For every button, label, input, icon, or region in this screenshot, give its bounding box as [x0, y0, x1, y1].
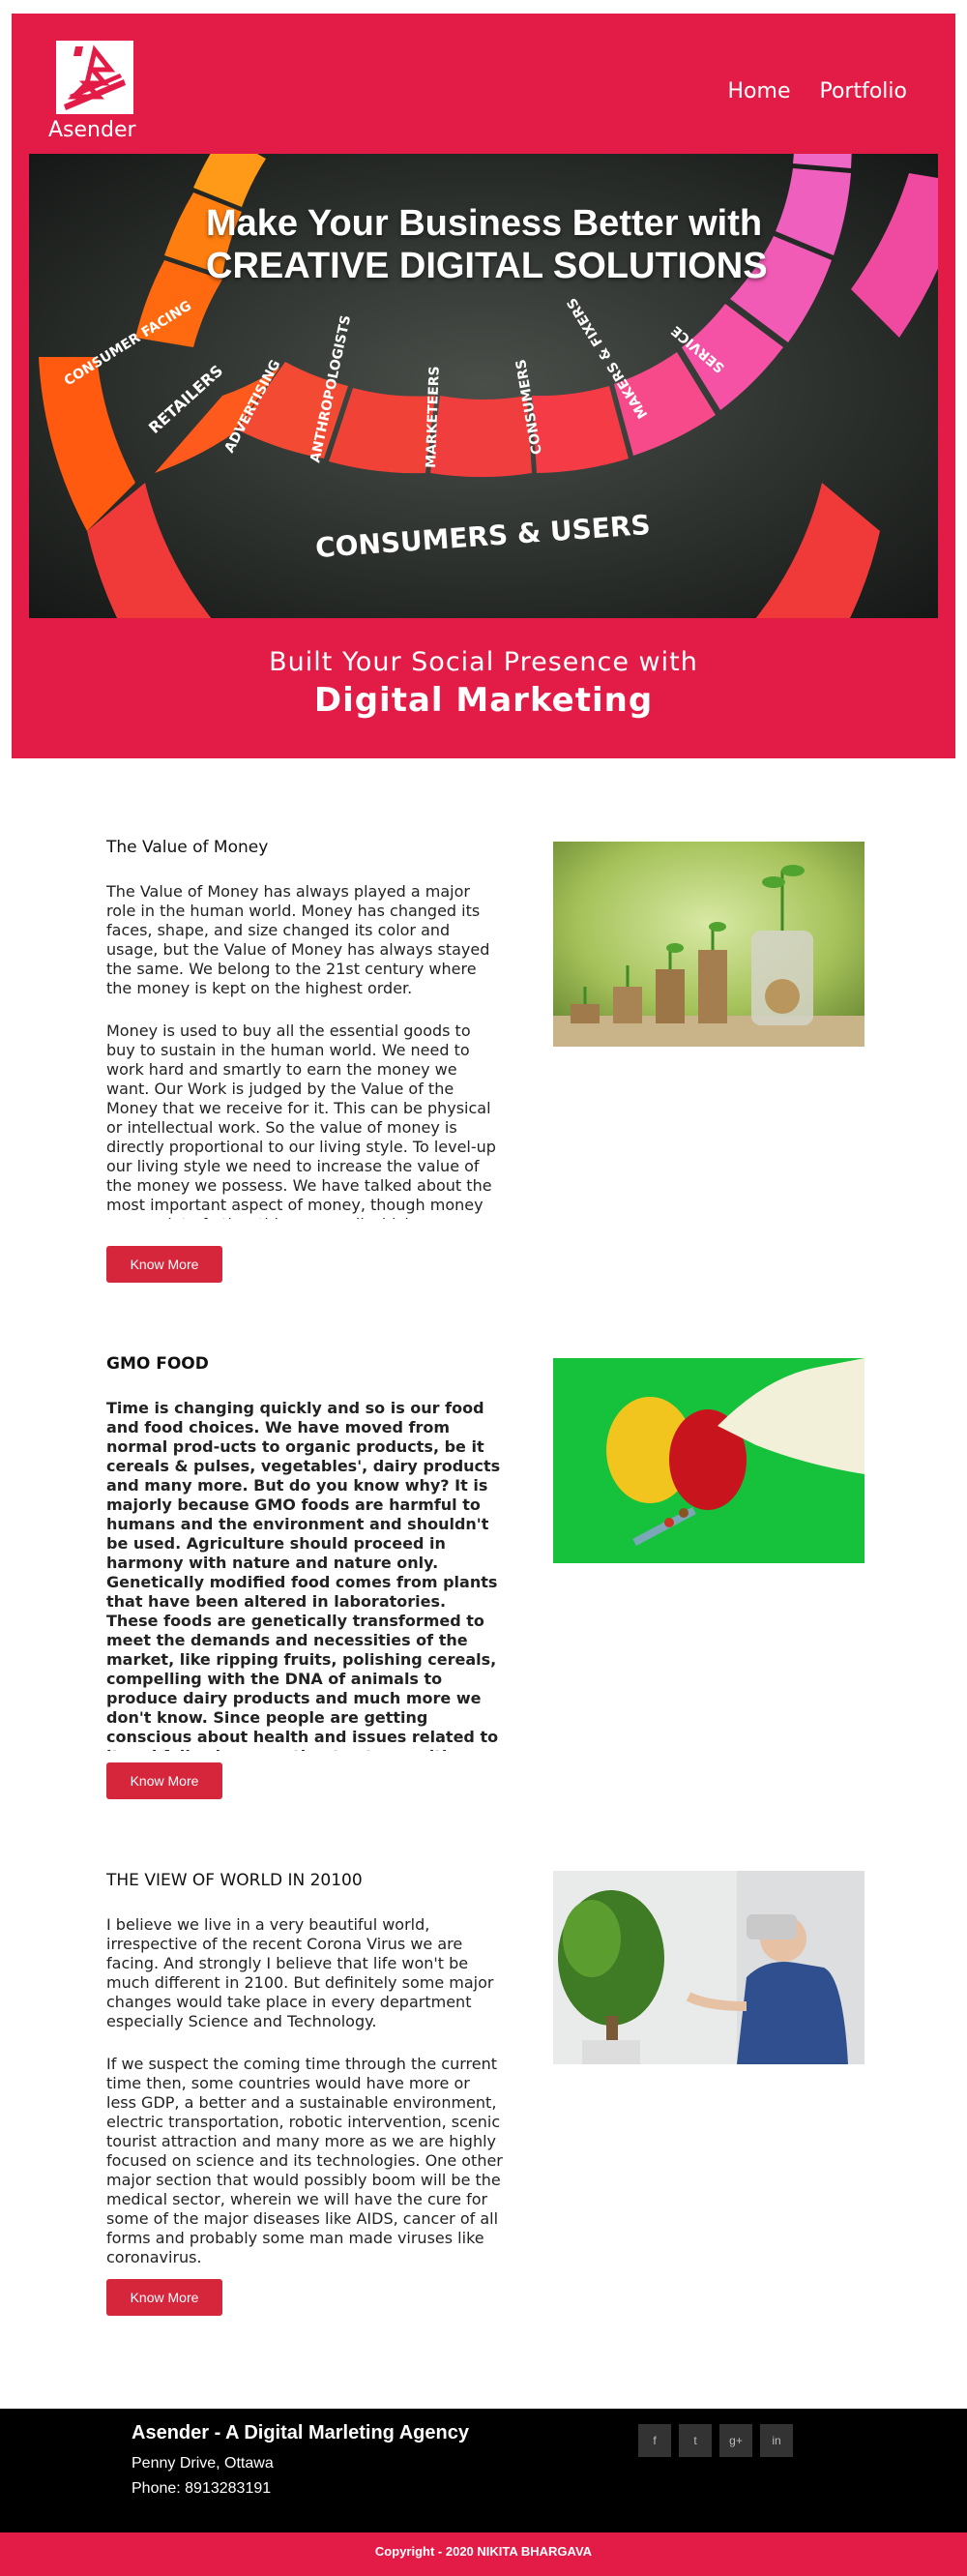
know-more-button[interactable]: Know More — [106, 2279, 222, 2316]
footer-agency-name: Asender - A Digital Marleting Agency — [132, 2422, 469, 2443]
main-nav: Home Portfolio — [728, 79, 907, 104]
facebook-icon[interactable]: f — [638, 2424, 671, 2457]
nav-home[interactable]: Home — [728, 79, 791, 104]
article-paragraph: The Value of Money has always played a m… — [106, 882, 490, 997]
article-paragraph: If we suspect the coming time through th… — [106, 2055, 503, 2266]
article-paragraph: Money is used to buy all the essential g… — [106, 1022, 496, 1219]
hero-title-line2: CREATIVE DIGITAL SOLUTIONS — [206, 246, 768, 286]
google-plus-icon[interactable]: g+ — [719, 2424, 752, 2457]
logo-mark-icon — [56, 41, 133, 114]
social-links: f t g+ in — [638, 2424, 793, 2457]
logo-text: Asender — [48, 118, 136, 142]
footer: Asender - A Digital Marleting Agency Pen… — [0, 2409, 967, 2532]
footer-address: Penny Drive, Ottawa — [132, 2455, 274, 2472]
article-paragraph: Time is changing quickly and so is our f… — [106, 1399, 501, 1751]
know-more-button[interactable]: Know More — [106, 1246, 222, 1283]
know-more-button[interactable]: Know More — [106, 1762, 222, 1799]
linkedin-icon[interactable]: in — [760, 2424, 793, 2457]
article-value-of-money: The Value of Money The Value of Money ha… — [106, 838, 870, 1283]
coins-jar-plant-image — [553, 842, 864, 1047]
article-body: Time is changing quickly and so is our f… — [106, 1399, 503, 1751]
article-body: The Value of Money has always played a m… — [106, 882, 503, 1219]
footer-phone: Phone: 8913283191 — [132, 2480, 272, 2497]
header-banner: Asender Home Portfolio CONSUMERS & USERS… — [12, 14, 955, 758]
hero-subtitle: Built Your Social Presence with Digital … — [12, 647, 955, 720]
hero-title: Make Your Business Better with CREATIVE … — [206, 202, 768, 287]
article-gmo-food: GMO FOOD Time is changing quickly and so… — [106, 1354, 870, 1799]
brand-logo[interactable]: Asender — [48, 41, 136, 147]
vr-headset-man-image — [553, 1871, 864, 2064]
pepper-injection-image — [553, 1358, 864, 1563]
copyright-bar: Copyright - 2020 NIKITA BHARGAVA — [0, 2532, 967, 2576]
article-view-of-world: THE VIEW OF WORLD IN 20100 I believe we … — [106, 1871, 870, 2335]
twitter-icon[interactable]: t — [679, 2424, 712, 2457]
hero-sub-line2: Digital Marketing — [313, 681, 654, 720]
article-body: I believe we live in a very beautiful wo… — [106, 1915, 503, 2267]
nav-portfolio[interactable]: Portfolio — [819, 79, 907, 104]
article-paragraph: I believe we live in a very beautiful wo… — [106, 1915, 494, 2030]
hero-image: CONSUMERS & USERS RETAILERS ADVERTISING … — [29, 154, 938, 618]
hero-sub-line1: Built Your Social Presence with — [269, 647, 698, 677]
hero-title-line1: Make Your Business Better with — [206, 203, 763, 244]
